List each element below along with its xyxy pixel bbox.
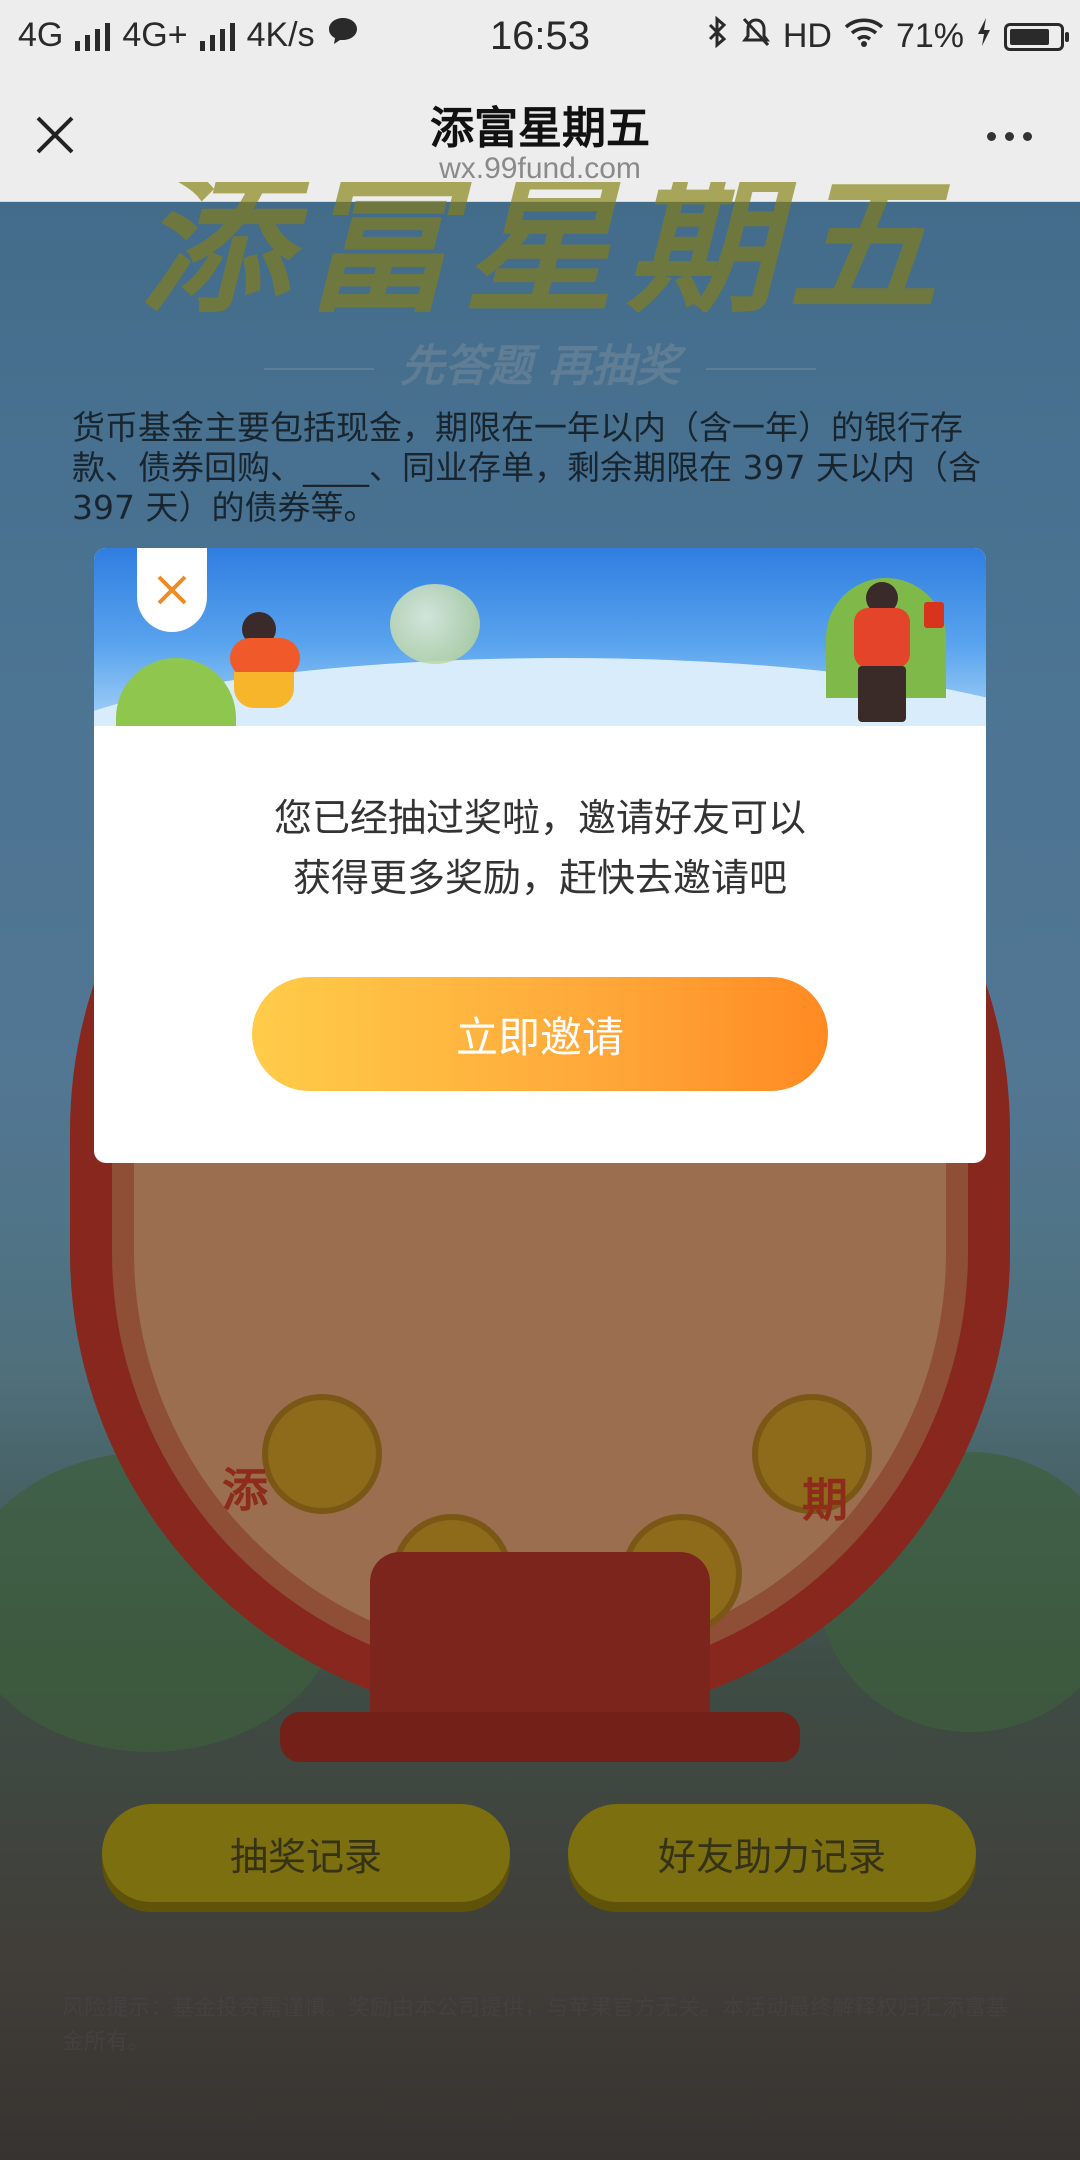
close-icon [157, 575, 187, 605]
more-icon[interactable] [987, 132, 1032, 141]
page-url: wx.99fund.com [439, 152, 641, 185]
battery-icon [1004, 22, 1069, 51]
status-bar: 4G 4G+ 4K/s 16:53 HD 71% [0, 0, 1080, 72]
modal-message-line: 您已经抽过奖啦，邀请好友可以 [273, 796, 806, 840]
bluetooth-icon [707, 15, 729, 57]
hd-label: HD [782, 17, 832, 55]
invite-now-button[interactable]: 立即邀请 [252, 977, 828, 1091]
mute-bell-icon [741, 16, 771, 57]
bush-decoration [116, 658, 236, 726]
modal-banner [94, 548, 986, 726]
battery-percent: 71% [895, 17, 964, 55]
modal-message: 您已经抽过奖啦，邀请好友可以 获得更多奖励，赶快去邀请吧 [94, 788, 986, 908]
wifi-icon [844, 17, 884, 56]
boy-illustration [854, 608, 910, 668]
modal-message-line: 获得更多奖励，赶快去邀请吧 [292, 856, 787, 900]
modal-overlay[interactable] [0, 202, 1080, 2160]
girl-illustration [234, 672, 294, 708]
charging-icon [976, 17, 992, 56]
boy-illustration [858, 666, 906, 722]
red-packet-icon [924, 602, 944, 628]
status-right: HD 71% [707, 15, 1069, 57]
page-title: 添富星期五 [430, 103, 650, 154]
modal-close-button[interactable] [137, 548, 207, 632]
coin-icon [390, 584, 480, 664]
invite-modal: 您已经抽过奖啦，邀请好友可以 获得更多奖励，赶快去邀请吧 立即邀请 [94, 548, 986, 1163]
